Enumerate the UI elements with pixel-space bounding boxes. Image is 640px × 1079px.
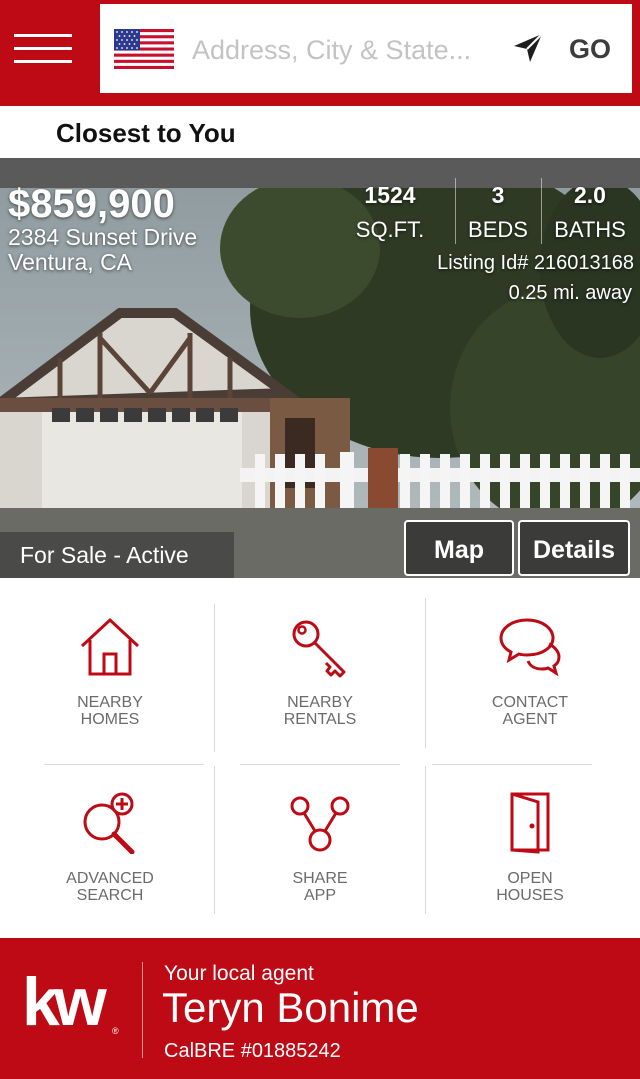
agent-caption: Your local agent — [164, 962, 314, 985]
key-icon — [292, 620, 346, 678]
address-street: 2384 Sunset Drive — [8, 224, 198, 250]
stat-value: 3 — [491, 182, 505, 208]
listing-price: $859,900 — [8, 182, 175, 226]
stat-beds: 3 BEDS — [458, 182, 538, 243]
section-title: Closest to You — [56, 118, 236, 148]
open-door-icon — [510, 792, 550, 854]
stat-baths: 2.0 BATHS — [544, 182, 636, 243]
magnifier-plus-icon — [83, 792, 135, 854]
address-city: Ventura, CA — [8, 249, 133, 275]
registered-mark: ® — [112, 1026, 119, 1036]
house-icon — [80, 617, 140, 676]
stat-label: BEDS — [468, 217, 528, 242]
go-button[interactable]: GO — [560, 28, 620, 70]
tile-label: OPEN HOUSES — [496, 870, 564, 904]
location-arrow-icon[interactable] — [510, 30, 546, 66]
nearby-homes-button[interactable]: NEARBY HOMES — [5, 598, 215, 758]
listing-card[interactable]: $859,900 2384 Sunset Drive Ventura, CA 1… — [0, 158, 640, 578]
agent-name: Teryn Bonime — [162, 984, 419, 1031]
nearby-rentals-button[interactable]: NEARBY RENTALS — [215, 598, 425, 758]
tile-label: NEARBY HOMES — [77, 694, 143, 728]
footer-divider — [142, 962, 143, 1058]
share-app-button[interactable]: SHARE APP — [215, 774, 425, 934]
us-flag-icon[interactable] — [114, 29, 174, 69]
tile-label: NEARBY RENTALS — [283, 694, 357, 728]
tile-label: ADVANCED SEARCH — [66, 870, 154, 904]
agent-license: CalBRE #01885242 — [164, 1040, 341, 1062]
contact-agent-button[interactable]: CONTACT AGENT — [425, 598, 635, 758]
advanced-search-button[interactable]: ADVANCED SEARCH — [5, 774, 215, 934]
share-nodes-icon — [290, 796, 350, 852]
map-button[interactable]: Map — [404, 520, 514, 576]
stat-value: 1524 — [364, 182, 416, 208]
tile-label: CONTACT AGENT — [491, 694, 569, 728]
hamburger-menu-icon[interactable] — [14, 34, 72, 64]
chat-bubbles-icon — [499, 618, 561, 677]
grid-divider — [44, 764, 204, 765]
grid-divider — [432, 764, 592, 765]
stat-label: SQ.FT. — [355, 217, 425, 242]
stat-divider — [541, 178, 542, 244]
stat-sqft: 1524 SQ.FT. — [344, 182, 436, 243]
app-header: GO — [0, 0, 640, 106]
agent-footer[interactable]: kw ® Your local agent Teryn Bonime CalBR… — [0, 938, 640, 1079]
action-grid: NEARBY HOMES NEARBY RENTALS CONTACT AGENT — [0, 598, 640, 928]
tile-label: SHARE APP — [292, 870, 348, 904]
grid-divider — [240, 764, 400, 765]
listing-distance: 0.25 mi. away — [508, 282, 632, 304]
details-button[interactable]: Details — [518, 520, 630, 576]
search-bar: GO — [100, 4, 632, 93]
open-houses-button[interactable]: OPEN HOUSES — [425, 774, 635, 934]
search-input[interactable] — [192, 30, 510, 70]
stat-value: 2.0 — [574, 182, 606, 208]
status-badge: For Sale - Active — [0, 532, 234, 578]
kw-logo: kw — [22, 964, 107, 1040]
stat-divider — [455, 178, 456, 244]
listing-id: Listing Id# 216013168 — [437, 252, 634, 274]
stat-label: BATHS — [554, 217, 626, 242]
